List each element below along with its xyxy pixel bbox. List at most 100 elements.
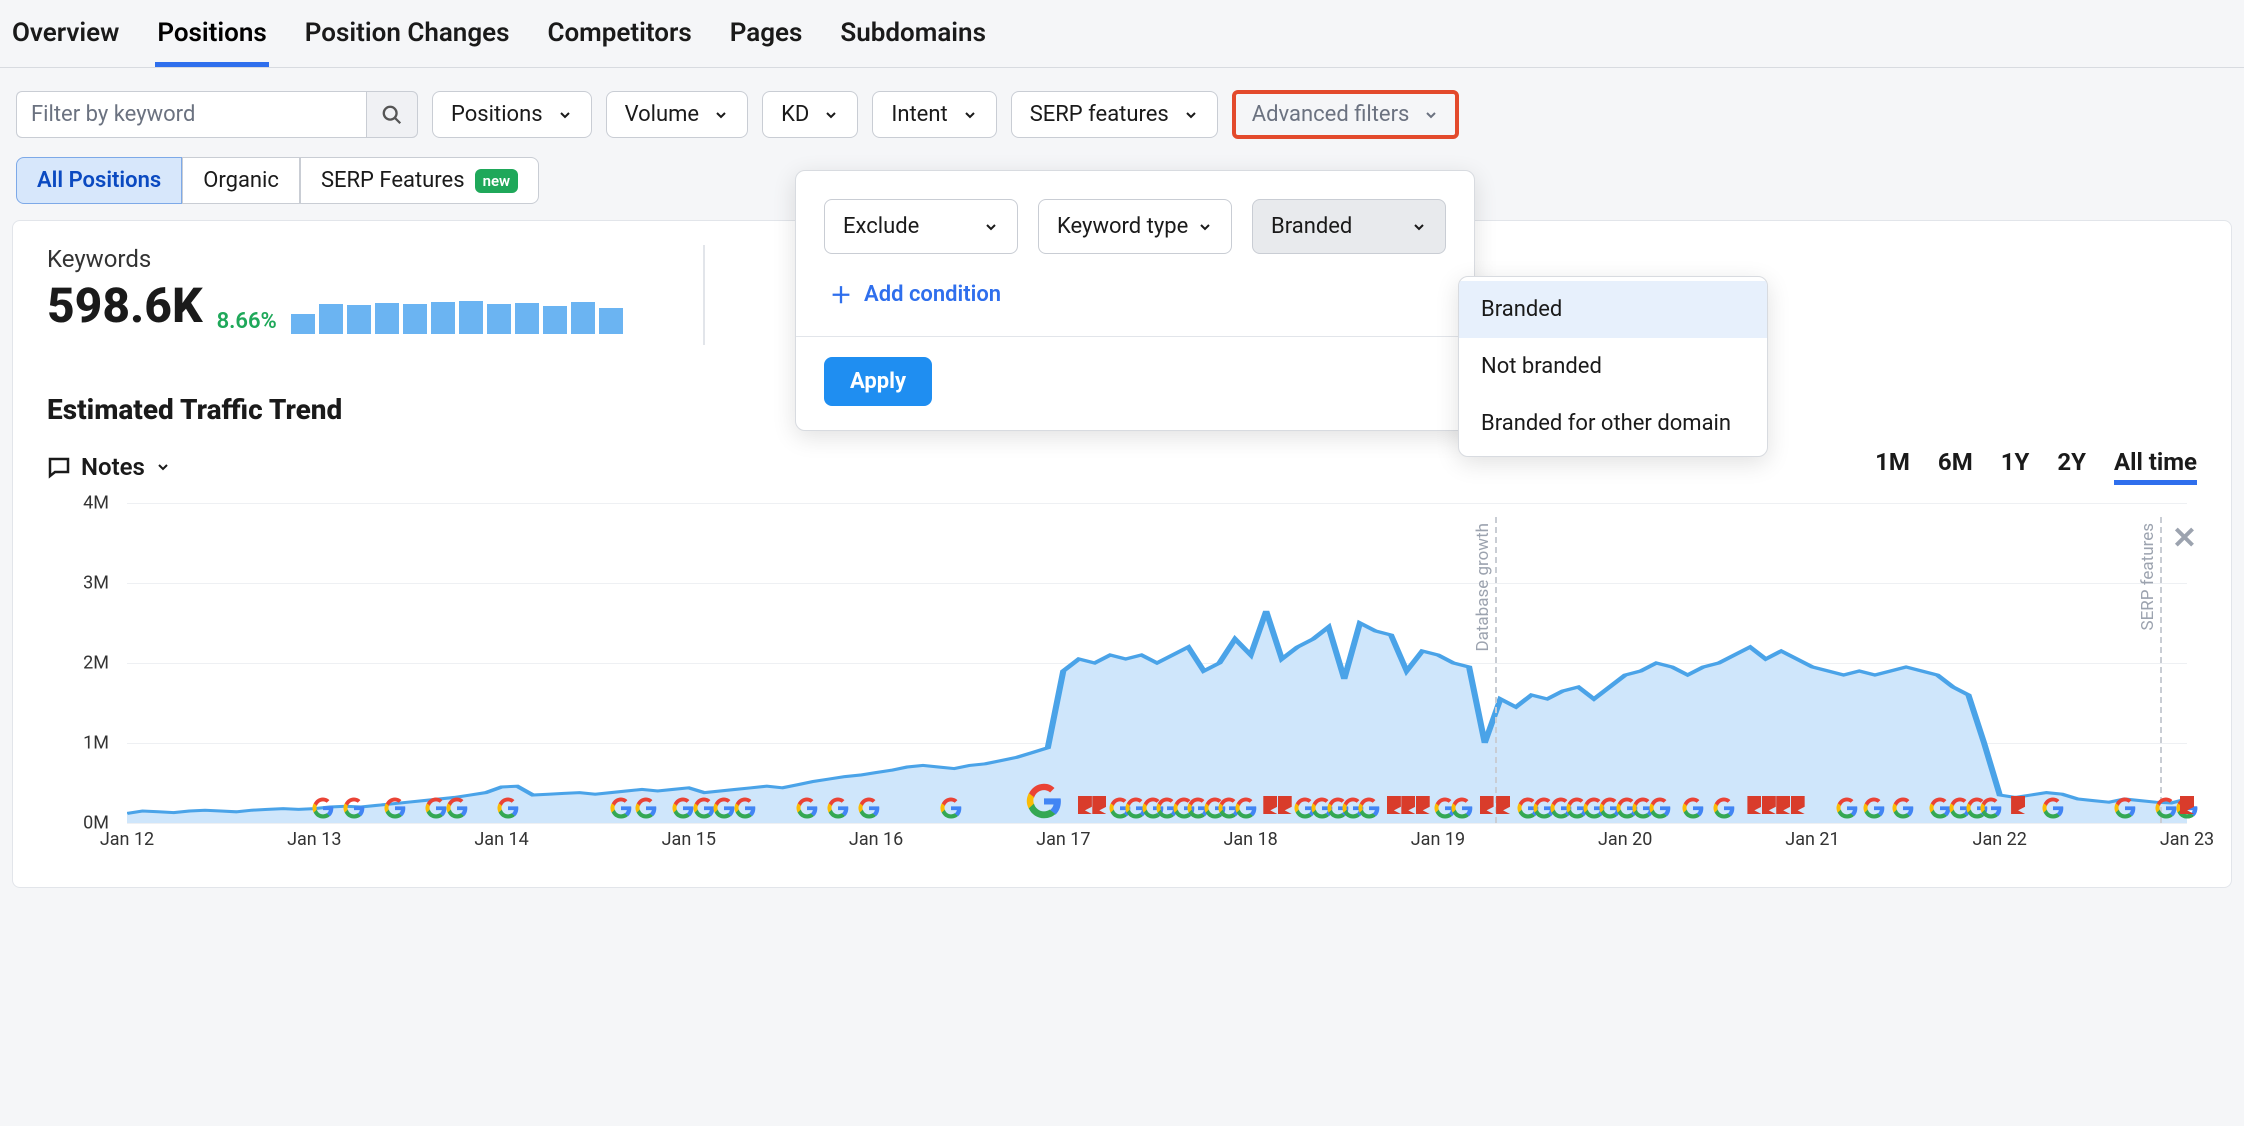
filter-pill-label: KD — [781, 102, 809, 127]
segment-all-positions[interactable]: All Positions — [16, 157, 182, 204]
tab-position-changes[interactable]: Position Changes — [303, 12, 512, 67]
stat-keywords-pct: 8.66% — [217, 309, 277, 334]
chevron-down-icon — [557, 107, 573, 123]
flag-marker-icon — [1776, 795, 1790, 819]
filter-bar: Positions Volume KD Intent SERP features Adv… — [12, 68, 2232, 157]
google-marker-icon — [1682, 794, 1704, 819]
tab-overview[interactable]: Overview — [10, 12, 121, 67]
google-marker-icon — [1929, 794, 1951, 819]
chart-header: Notes 1M 6M 1Y 2Y All time — [47, 448, 2197, 485]
annotation-line — [2160, 517, 2162, 823]
x-axis: Jan 12Jan 13Jan 14Jan 15Jan 16Jan 17Jan … — [127, 823, 2187, 863]
filter-value-select[interactable]: Branded — [1252, 199, 1446, 254]
apply-button[interactable]: Apply — [824, 357, 932, 406]
flag-marker-icon — [1092, 795, 1106, 819]
filter-volume[interactable]: Volume — [606, 91, 749, 138]
segment-organic[interactable]: Organic — [182, 157, 300, 204]
google-marker-icon — [312, 794, 334, 819]
sparkline-bar — [291, 314, 315, 334]
tab-competitors[interactable]: Competitors — [545, 12, 693, 67]
chevron-down-icon — [983, 219, 999, 235]
x-tick: Jan 17 — [1036, 829, 1090, 850]
sparkline-bar — [571, 302, 595, 334]
google-marker-icon — [1235, 794, 1257, 819]
range-2y[interactable]: 2Y — [2057, 448, 2086, 485]
advanced-filters-label: Advanced filters — [1252, 102, 1410, 127]
filter-field-select[interactable]: Keyword type — [1038, 199, 1232, 254]
google-marker-icon — [425, 794, 447, 819]
google-marker-icon — [827, 794, 849, 819]
notes-button[interactable]: Notes — [47, 453, 171, 481]
x-tick: Jan 19 — [1411, 829, 1465, 850]
range-all-time[interactable]: All time — [2114, 448, 2197, 485]
flag-marker-icon — [2011, 795, 2025, 819]
menu-item-not-branded[interactable]: Not branded — [1459, 338, 1767, 395]
segment-label: Organic — [203, 168, 279, 193]
x-tick: Jan 21 — [1785, 829, 1839, 850]
tab-subdomains[interactable]: Subdomains — [838, 12, 988, 67]
filter-intent[interactable]: Intent — [872, 91, 996, 138]
keyword-search-button[interactable] — [366, 91, 418, 138]
popover-divider — [796, 336, 1474, 337]
filter-pill-label: Intent — [891, 102, 947, 127]
keyword-search-input[interactable] — [16, 91, 366, 138]
y-tick: 4M — [83, 493, 109, 514]
google-marker-icon — [1836, 794, 1858, 819]
tab-positions[interactable]: Positions — [155, 12, 268, 67]
google-marker-icon — [497, 794, 519, 819]
google-marker-icon — [796, 794, 818, 819]
segment-serp-features[interactable]: SERP Featuresnew — [300, 157, 539, 204]
google-marker-icon — [446, 794, 468, 819]
sparkline-bar — [347, 305, 371, 334]
filter-action-select[interactable]: Exclude — [824, 199, 1018, 254]
tab-pages[interactable]: Pages — [728, 12, 805, 67]
filter-action-label: Exclude — [843, 214, 919, 239]
traffic-chart: 0M1M2M3M4M Database growthSERP features … — [47, 503, 2197, 863]
menu-item-branded-for-other-domain[interactable]: Branded for other domain — [1459, 395, 1767, 452]
google-marker-icon — [384, 794, 406, 819]
annotation-label: SERP features — [2138, 523, 2158, 630]
y-axis: 0M1M2M3M4M — [47, 503, 117, 823]
google-marker-icon — [2042, 794, 2064, 819]
flag-marker-icon — [1762, 795, 1776, 819]
chevron-down-icon — [962, 107, 978, 123]
annotation-line — [1495, 517, 1497, 823]
time-ranges: 1M 6M 1Y 2Y All time — [1875, 448, 2197, 485]
flag-marker-icon — [1416, 795, 1430, 819]
sparkline-bar — [403, 304, 427, 334]
x-tick: Jan 13 — [287, 829, 341, 850]
range-6m[interactable]: 6M — [1938, 448, 1973, 485]
segment-label: All Positions — [37, 168, 161, 193]
keywords-sparkline — [291, 298, 623, 334]
filter-field-label: Keyword type — [1057, 214, 1188, 239]
plus-icon: ＋ — [830, 278, 852, 310]
menu-item-branded[interactable]: Branded — [1459, 281, 1767, 338]
filter-positions[interactable]: Positions — [432, 91, 592, 138]
filter-pill-label: Positions — [451, 102, 543, 127]
filter-pill-label: SERP features — [1030, 102, 1169, 127]
google-marker-icon — [2114, 794, 2136, 819]
google-marker-icon — [693, 794, 715, 819]
notes-label: Notes — [81, 453, 145, 481]
advanced-filters-button[interactable]: Advanced filters — [1232, 90, 1460, 139]
google-marker-icon — [1451, 794, 1473, 819]
flag-marker-icon — [1791, 795, 1805, 819]
chart-plot: Database growthSERP features — [127, 503, 2187, 823]
add-condition-button[interactable]: ＋ Add condition — [830, 278, 1446, 310]
advanced-filters-popover: Exclude Keyword type Branded ＋ Add condi… — [795, 170, 1475, 431]
chevron-down-icon — [1183, 107, 1199, 123]
google-marker-icon — [343, 794, 365, 819]
x-tick: Jan 16 — [849, 829, 903, 850]
flag-marker-icon — [1496, 795, 1510, 819]
google-marker-icon — [1026, 783, 1062, 819]
sparkline-bar — [599, 308, 623, 334]
range-1y[interactable]: 1Y — [2001, 448, 2030, 485]
chevron-down-icon — [1411, 219, 1427, 235]
filter-kd[interactable]: KD — [762, 91, 858, 138]
range-1m[interactable]: 1M — [1875, 448, 1910, 485]
google-marker-icon — [2155, 794, 2177, 819]
google-marker-icon — [1713, 794, 1735, 819]
y-tick: 3M — [83, 573, 109, 594]
chevron-down-icon — [1423, 107, 1439, 123]
filter-serp-features[interactable]: SERP features — [1011, 91, 1218, 138]
